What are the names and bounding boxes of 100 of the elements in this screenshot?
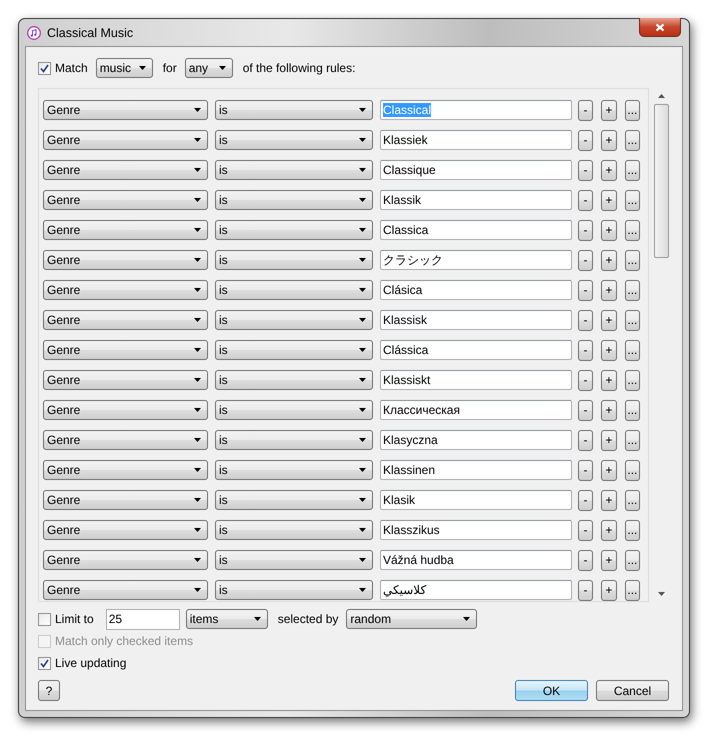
remove-button[interactable]: -	[578, 220, 594, 240]
add-button[interactable]: +	[601, 550, 617, 570]
checkbox[interactable]	[38, 612, 51, 626]
more-button[interactable]: ...	[624, 160, 640, 180]
dropdown[interactable]: Genre	[43, 370, 208, 390]
dropdown[interactable]: Genre	[43, 460, 208, 480]
dropdown[interactable]: is	[215, 580, 373, 600]
remove-button[interactable]: -	[578, 490, 594, 510]
remove-button[interactable]: -	[578, 100, 594, 120]
ok-button[interactable]: OK	[515, 680, 588, 701]
close-button[interactable]	[639, 18, 681, 37]
add-button[interactable]: +	[601, 430, 617, 450]
more-button[interactable]: ...	[624, 520, 640, 540]
remove-button[interactable]: -	[578, 430, 594, 450]
input-field[interactable]: Классическая	[380, 400, 572, 420]
more-button[interactable]: ...	[624, 370, 640, 390]
remove-button[interactable]: -	[578, 280, 594, 300]
remove-button[interactable]: -	[578, 370, 594, 390]
dropdown[interactable]: Genre	[43, 430, 208, 450]
more-button[interactable]: ...	[624, 340, 640, 360]
dropdown[interactable]: Genre	[43, 220, 208, 240]
more-button[interactable]: ...	[624, 130, 640, 150]
dropdown[interactable]: is	[215, 280, 373, 300]
dropdown[interactable]: random	[346, 609, 478, 629]
more-button[interactable]: ...	[624, 580, 640, 600]
input-field[interactable]: 25	[106, 608, 180, 630]
add-button[interactable]: +	[601, 310, 617, 330]
more-button[interactable]: ...	[624, 280, 640, 300]
dropdown[interactable]: Genre	[43, 340, 208, 360]
dropdown[interactable]: is	[215, 370, 373, 390]
input-field[interactable]: クラシック	[380, 250, 572, 270]
dropdown[interactable]: is	[215, 130, 373, 150]
more-button[interactable]: ...	[624, 550, 640, 570]
remove-button[interactable]: -	[578, 520, 594, 540]
more-button[interactable]: ...	[624, 460, 640, 480]
remove-button[interactable]: -	[578, 160, 594, 180]
dropdown[interactable]: Genre	[43, 160, 208, 180]
dropdown[interactable]: Genre	[43, 130, 208, 150]
checkbox[interactable]	[38, 62, 51, 74]
dropdown[interactable]: Genre	[43, 310, 208, 330]
add-button[interactable]: +	[601, 520, 617, 540]
input-field[interactable]: Klassiek	[380, 130, 572, 150]
remove-button[interactable]: -	[578, 130, 594, 150]
remove-button[interactable]: -	[578, 400, 594, 420]
dropdown[interactable]: Genre	[43, 250, 208, 270]
dropdown[interactable]: is	[215, 160, 373, 180]
input-field[interactable]: Klassik	[380, 190, 572, 210]
remove-button[interactable]: -	[578, 250, 594, 270]
input-field[interactable]: Klasyczna	[380, 430, 572, 450]
input-field[interactable]: Clássica	[380, 340, 572, 360]
input-field[interactable]: Klassinen	[380, 460, 572, 480]
add-button[interactable]: +	[601, 460, 617, 480]
add-button[interactable]: +	[601, 130, 617, 150]
more-button[interactable]: ...	[624, 400, 640, 420]
add-button[interactable]: +	[601, 250, 617, 270]
add-button[interactable]: +	[601, 400, 617, 420]
input-field[interactable]: Classique	[380, 160, 572, 180]
more-button[interactable]: ...	[624, 250, 640, 270]
input-field[interactable]: Klasik	[380, 490, 572, 510]
more-button[interactable]: ...	[624, 430, 640, 450]
scroll-thumb[interactable]	[654, 104, 670, 258]
dropdown[interactable]: is	[215, 100, 373, 120]
add-button[interactable]: +	[601, 580, 617, 600]
dropdown[interactable]: Genre	[43, 490, 208, 510]
dropdown[interactable]: items	[186, 609, 268, 629]
remove-button[interactable]: -	[578, 190, 594, 210]
dropdown[interactable]: Genre	[43, 190, 208, 210]
more-button[interactable]: ...	[624, 220, 640, 240]
dropdown[interactable]: is	[215, 220, 373, 240]
dropdown[interactable]: Genre	[43, 550, 208, 570]
dropdown[interactable]: is	[215, 340, 373, 360]
dropdown[interactable]: any	[184, 58, 233, 78]
input-field[interactable]: كلاسيكي	[380, 580, 572, 600]
add-button[interactable]: +	[601, 160, 617, 180]
dropdown[interactable]: is	[215, 520, 373, 540]
add-button[interactable]: +	[601, 220, 617, 240]
input-field[interactable]: Klassiskt	[380, 370, 572, 390]
dropdown[interactable]: Genre	[43, 520, 208, 540]
dropdown[interactable]: is	[215, 550, 373, 570]
add-button[interactable]: +	[601, 280, 617, 300]
more-button[interactable]: ...	[624, 100, 640, 120]
help-button[interactable]: ?	[38, 680, 60, 701]
checkbox[interactable]	[38, 656, 51, 670]
dropdown[interactable]: is	[215, 490, 373, 510]
dropdown[interactable]: is	[215, 460, 373, 480]
remove-button[interactable]: -	[578, 340, 594, 360]
more-button[interactable]: ...	[624, 490, 640, 510]
dropdown[interactable]: is	[215, 310, 373, 330]
remove-button[interactable]: -	[578, 580, 594, 600]
input-field[interactable]: Classica	[380, 220, 572, 240]
input-field[interactable]: Vážná hudba	[380, 550, 572, 570]
dropdown[interactable]: Genre	[43, 580, 208, 600]
add-button[interactable]: +	[601, 490, 617, 510]
dropdown[interactable]: is	[215, 430, 373, 450]
remove-button[interactable]: -	[578, 460, 594, 480]
add-button[interactable]: +	[601, 100, 617, 120]
dropdown[interactable]: Genre	[43, 100, 208, 120]
dropdown[interactable]: is	[215, 250, 373, 270]
add-button[interactable]: +	[601, 340, 617, 360]
input-field[interactable]: Klasszikus	[380, 520, 572, 540]
